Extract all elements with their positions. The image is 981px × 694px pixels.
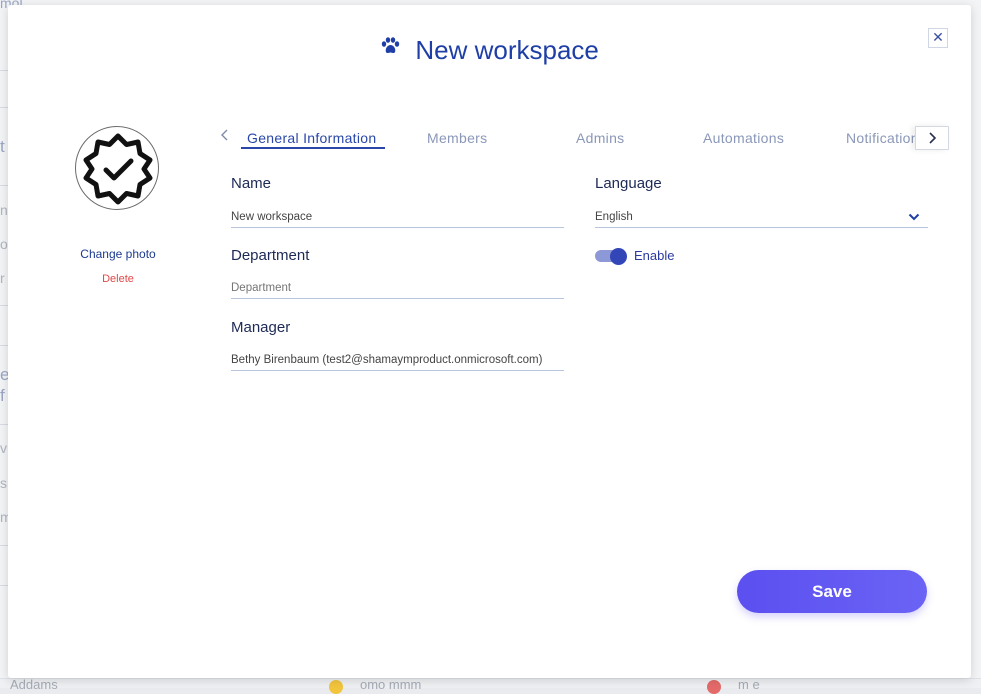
bg-divider (0, 424, 8, 425)
bg-divider (0, 305, 8, 306)
manager-field[interactable] (231, 351, 564, 371)
tab-automations[interactable]: Automations (703, 130, 784, 146)
change-photo-link[interactable]: Change photo (48, 247, 188, 261)
name-label: Name (231, 175, 272, 192)
language-label: Language (595, 175, 662, 192)
department-label: Department (231, 247, 310, 264)
bg-cell-text: m e (738, 677, 760, 692)
bg-divider (0, 185, 8, 186)
language-select[interactable]: English (595, 208, 928, 228)
bg-divider (0, 107, 8, 108)
name-input[interactable] (231, 208, 564, 226)
modal-title: New workspace (415, 35, 599, 66)
bg-divider (0, 345, 8, 346)
bg-text: v (0, 440, 7, 456)
workspace-avatar[interactable] (75, 126, 159, 210)
bg-divider (0, 545, 8, 546)
manager-input[interactable] (231, 351, 564, 369)
bg-divider (0, 585, 8, 586)
chevron-down-icon (908, 210, 920, 228)
tab-clip: Notifications (846, 125, 916, 153)
tab-members[interactable]: Members (427, 130, 487, 146)
bg-text: r (0, 270, 5, 286)
bg-cell-text: Addams (10, 677, 58, 692)
active-tab-indicator (241, 147, 385, 149)
chevron-right-icon (929, 132, 937, 144)
chevron-left-icon (221, 129, 228, 141)
paw-icon (380, 32, 400, 62)
bg-text: f (0, 386, 5, 405)
bg-avatar-dot (707, 680, 721, 694)
name-field[interactable] (231, 208, 564, 228)
delete-photo-link[interactable]: Delete (48, 273, 188, 285)
language-selected-value: English (595, 211, 633, 223)
tab-admins[interactable]: Admins (576, 130, 624, 146)
enable-label: Enable (634, 248, 675, 263)
bg-cell-text: omo mmm (360, 677, 422, 692)
bg-text: t (0, 137, 5, 156)
bg-divider (0, 70, 8, 71)
save-button[interactable]: Save (737, 570, 927, 613)
new-workspace-modal: ✕ New workspace Change photo Delete Gene… (8, 5, 971, 678)
tab-general-information[interactable]: General Information (247, 130, 376, 146)
tabs-prev-button[interactable] (218, 127, 232, 147)
department-field[interactable] (231, 279, 564, 299)
toggle-knob (610, 248, 627, 265)
bg-text: o (0, 236, 8, 252)
tab-notifications[interactable]: Notifications (846, 130, 916, 146)
tabs-next-button[interactable] (915, 126, 949, 150)
modal-header: New workspace (8, 33, 971, 65)
verified-badge-icon (83, 133, 153, 205)
bg-avatar-dot (329, 680, 343, 694)
manager-label: Manager (231, 319, 291, 336)
bg-text: s (0, 475, 7, 491)
enable-toggle[interactable] (595, 248, 627, 265)
department-input[interactable] (231, 279, 564, 297)
